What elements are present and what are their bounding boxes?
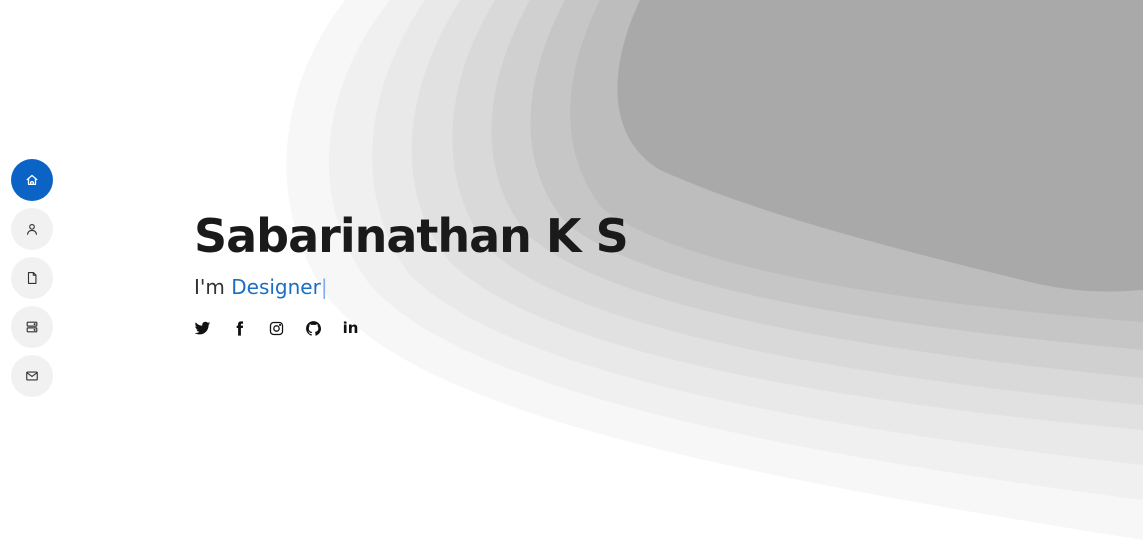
nav-about-button[interactable] <box>11 208 53 250</box>
envelope-icon <box>26 371 38 381</box>
typed-role: Designer <box>231 275 321 299</box>
linkedin-link[interactable]: in <box>342 320 359 337</box>
twitter-icon <box>194 321 211 335</box>
instagram-link[interactable] <box>268 320 285 337</box>
facebook-icon <box>236 321 244 336</box>
nav-home-button[interactable] <box>11 159 53 201</box>
hero: Sabarinathan K S I'm Designer| in <box>194 206 629 337</box>
tagline-prefix: I'm <box>194 275 232 299</box>
home-icon <box>26 174 38 186</box>
user-icon <box>27 223 37 235</box>
side-nav <box>11 159 53 397</box>
nav-resume-button[interactable] <box>11 257 53 299</box>
github-icon <box>306 321 322 336</box>
linkedin-icon: in <box>342 319 359 337</box>
nav-contact-button[interactable] <box>11 355 53 397</box>
nav-services-button[interactable] <box>11 306 53 348</box>
hero-tagline: I'm Designer| <box>194 274 628 300</box>
file-icon <box>27 272 37 284</box>
twitter-link[interactable] <box>194 320 211 337</box>
facebook-link[interactable] <box>231 320 248 337</box>
server-icon <box>26 321 38 333</box>
github-link[interactable] <box>305 320 322 337</box>
typing-cursor: | <box>320 275 328 299</box>
instagram-icon <box>269 321 284 336</box>
hero-name: Sabarinathan K S <box>194 209 629 263</box>
page: Sabarinathan K S I'm Designer| in <box>0 0 1143 560</box>
social-links: in <box>194 320 628 337</box>
